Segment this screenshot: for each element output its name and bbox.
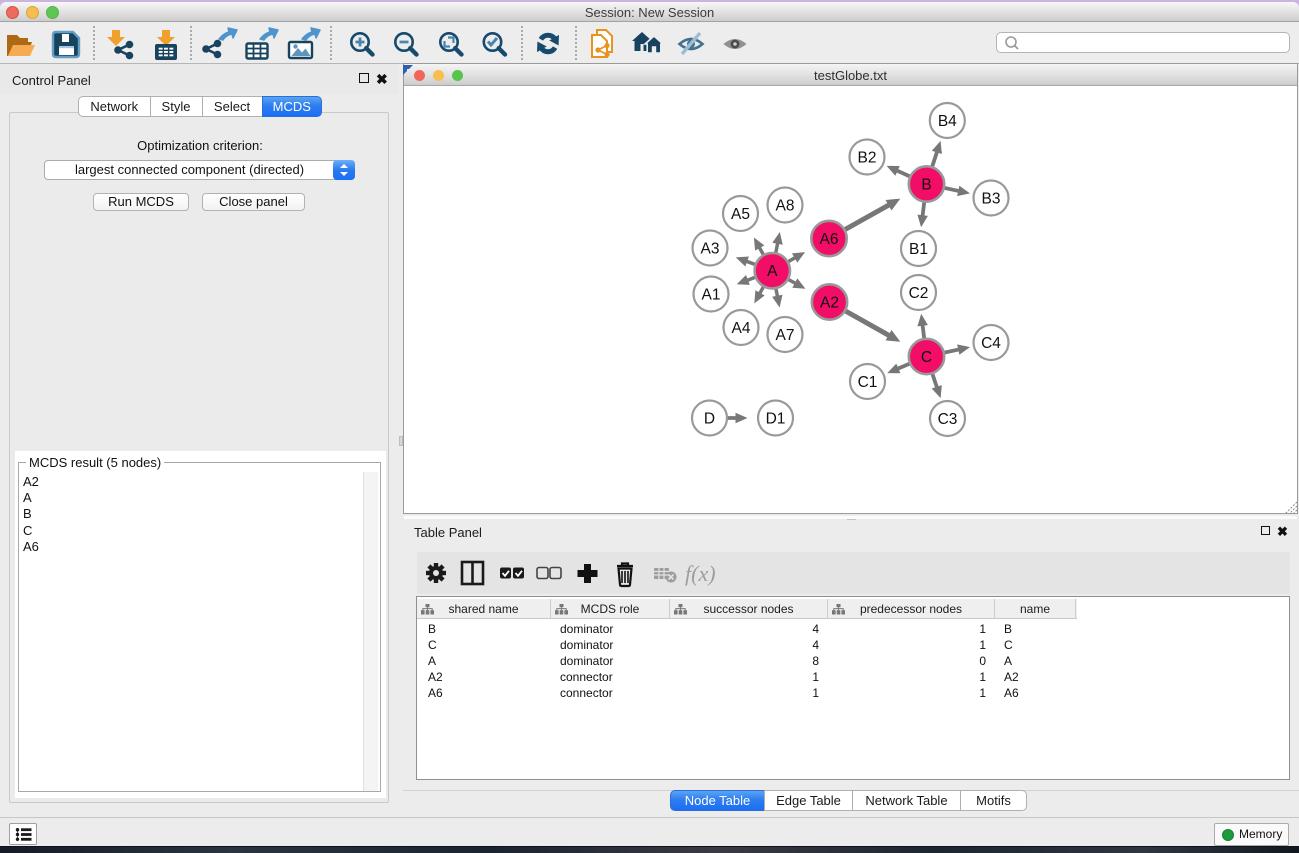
svg-text:A7: A7 [776,327,795,344]
svg-text:B4: B4 [938,113,957,130]
svg-text:A: A [767,263,778,280]
svg-text:B2: B2 [858,150,877,167]
svg-text:A5: A5 [731,206,750,223]
svg-text:C1: C1 [858,374,878,391]
svg-text:A3: A3 [701,241,720,258]
svg-text:B: B [921,177,931,194]
svg-text:f(x): f(x) [685,561,716,586]
svg-text:B1: B1 [909,241,928,258]
svg-text:C: C [921,349,932,366]
svg-text:A6: A6 [820,231,839,248]
svg-text:D: D [704,411,715,428]
svg-text:C3: C3 [938,411,958,428]
svg-text:D1: D1 [766,411,786,428]
svg-text:C4: C4 [981,335,1001,352]
svg-text:B3: B3 [982,191,1001,208]
svg-text:A8: A8 [776,198,795,215]
svg-text:C2: C2 [909,285,929,302]
svg-text:A4: A4 [732,320,751,337]
svg-text:A2: A2 [820,295,839,312]
svg-text:A1: A1 [702,287,721,304]
